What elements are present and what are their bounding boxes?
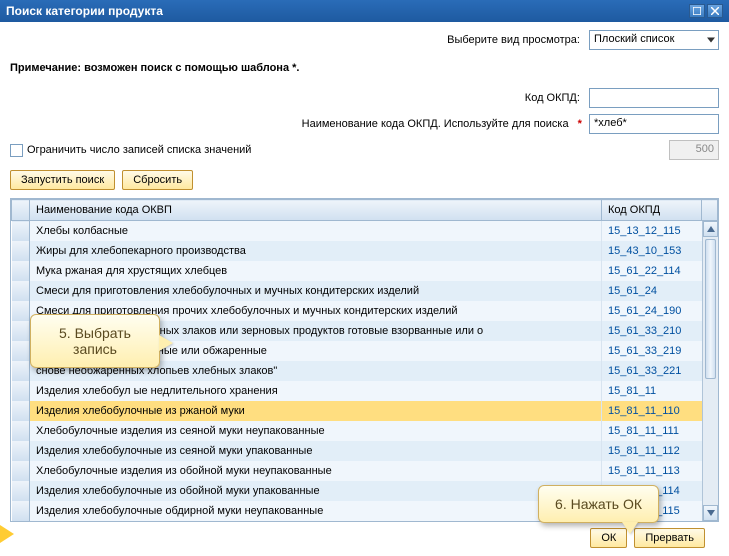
row-code: 15_61_33_221 [602, 361, 718, 381]
name-label: Наименование кода ОКПД. Используйте для … [302, 118, 569, 130]
row-code: 15_81_11_110 [602, 401, 718, 421]
row-code: 15_43_10_153 [602, 241, 718, 261]
note-text: Примечание: возможен поиск с помощью шаб… [10, 62, 719, 74]
row-selector[interactable] [12, 241, 30, 261]
row-code: 15_61_24_190 [602, 301, 718, 321]
name-input[interactable]: *хлеб* [589, 114, 719, 134]
titlebar: Поиск категории продукта [0, 0, 729, 22]
row-selector[interactable] [12, 361, 30, 381]
row-name: Хлебобулочные изделия из обойной муки не… [30, 461, 602, 481]
window-title: Поиск категории продукта [6, 4, 687, 18]
view-label: Выберите вид просмотра: [447, 34, 580, 46]
row-selector[interactable] [12, 461, 30, 481]
detach-button[interactable] [689, 4, 705, 18]
table-row[interactable]: Жиры для хлебопекарного производства15_4… [12, 241, 718, 261]
table-row[interactable]: Изделия хлебобулочные из сеяной муки упа… [12, 441, 718, 461]
scroll-down-button[interactable] [703, 505, 718, 521]
row-selector[interactable] [12, 421, 30, 441]
row-selector[interactable] [12, 261, 30, 281]
table-row[interactable]: Хлебобулочные изделия из сеяной муки неу… [12, 421, 718, 441]
reset-button[interactable]: Сбросить [122, 170, 193, 190]
table-row[interactable]: Хлебы колбасные15_13_12_115 [12, 221, 718, 241]
row-name: Хлебобулочные изделия из сеяной муки неу… [30, 421, 602, 441]
scroll-header [702, 200, 718, 221]
required-star: * [578, 118, 582, 130]
row-code: 15_81_11_113 [602, 461, 718, 481]
row-name: Смеси для приготовления хлебобулочных и … [30, 281, 602, 301]
row-name: Изделия хлебобулочные обдирной муки неуп… [30, 501, 602, 521]
row-code: 15_81_11_112 [602, 441, 718, 461]
row-selector[interactable] [12, 341, 30, 361]
limit-label: Ограничить число записей списка значений [27, 144, 251, 156]
vertical-scrollbar[interactable] [702, 221, 718, 521]
scroll-up-button[interactable] [703, 221, 718, 237]
row-name: Изделия хлебобулочные из обойной муки уп… [30, 481, 602, 501]
row-selector[interactable] [12, 501, 30, 521]
row-name: Изделия хлебобулочные из сеяной муки упа… [30, 441, 602, 461]
table-row[interactable]: Изделия хлебобулочные из ржаной муки15_8… [12, 401, 718, 421]
row-name: Хлебы колбасные [30, 221, 602, 241]
table-row[interactable]: Смеси для приготовления хлебобулочных и … [12, 281, 718, 301]
close-button[interactable] [707, 4, 723, 18]
limit-checkbox[interactable] [10, 144, 23, 157]
code-label: Код ОКПД: [525, 92, 580, 104]
row-selector[interactable] [12, 401, 30, 421]
row-name: Изделия хлебобул ые недлительного хранен… [30, 381, 602, 401]
row-selector[interactable] [12, 281, 30, 301]
row-selector[interactable] [12, 441, 30, 461]
table-row[interactable]: Мука ржаная для хрустящих хлебцев15_61_2… [12, 261, 718, 281]
row-code: 15_13_12_115 [602, 221, 718, 241]
row-selector[interactable] [12, 301, 30, 321]
view-select[interactable]: Плоский список [589, 30, 719, 50]
row-selector[interactable] [12, 321, 30, 341]
arrow-indicator [0, 525, 14, 543]
row-selector[interactable] [12, 481, 30, 501]
row-name: Изделия хлебобулочные из ржаной муки [30, 401, 602, 421]
scroll-thumb[interactable] [705, 239, 716, 379]
row-code: 15_81_11 [602, 381, 718, 401]
table-row[interactable]: Изделия хлебобул ые недлительного хранен… [12, 381, 718, 401]
selector-header [12, 200, 30, 221]
row-selector[interactable] [12, 381, 30, 401]
row-name: Жиры для хлебопекарного производства [30, 241, 602, 261]
row-code: 15_61_33_219 [602, 341, 718, 361]
callout-select-row: 5. Выбрать запись [30, 314, 160, 368]
code-header[interactable]: Код ОКПД [602, 200, 702, 221]
row-code: 15_61_33_210 [602, 321, 718, 341]
table-row[interactable]: Хлебобулочные изделия из обойной муки не… [12, 461, 718, 481]
search-button[interactable]: Запустить поиск [10, 170, 115, 190]
cancel-button[interactable]: Прервать [634, 528, 705, 548]
row-name: Мука ржаная для хрустящих хлебцев [30, 261, 602, 281]
name-header[interactable]: Наименование кода ОКВП [30, 200, 602, 221]
limit-input: 500 [669, 140, 719, 160]
callout-press-ok: 6. Нажать ОК [538, 485, 659, 523]
row-code: 15_81_11_111 [602, 421, 718, 441]
row-selector[interactable] [12, 221, 30, 241]
code-input[interactable] [589, 88, 719, 108]
row-code: 15_61_22_114 [602, 261, 718, 281]
row-code: 15_61_24 [602, 281, 718, 301]
